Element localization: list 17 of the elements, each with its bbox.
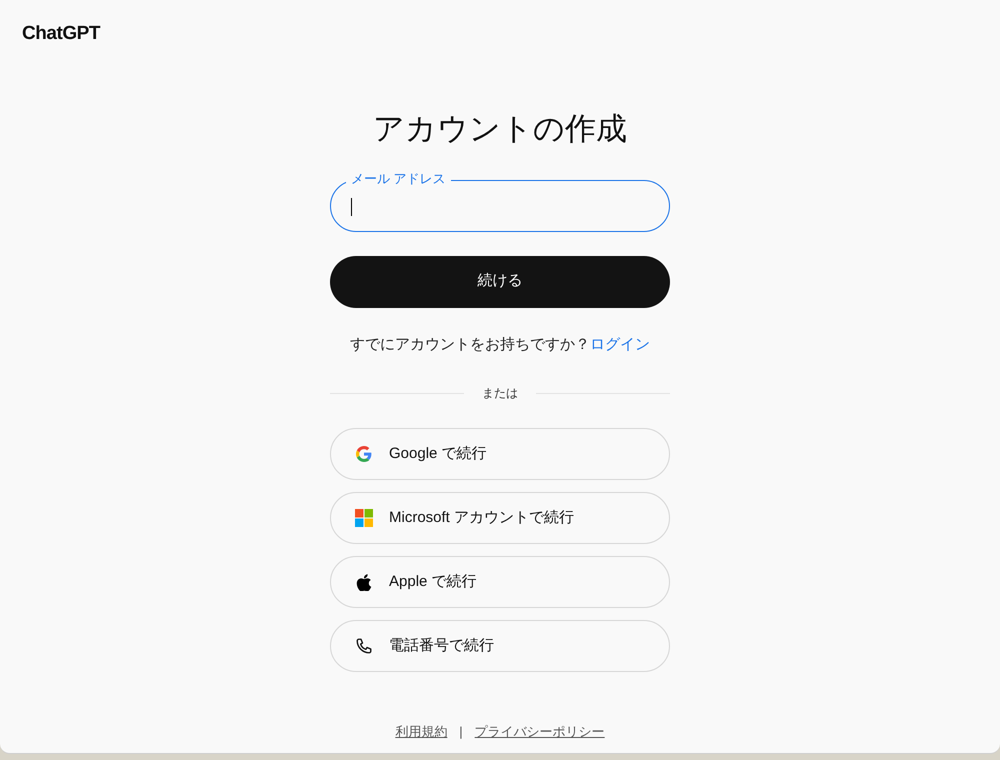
provider-button[interactable]: Google で続行	[330, 428, 670, 480]
provider-button[interactable]: Apple で続行	[330, 556, 670, 608]
provider-button[interactable]: 電話番号で続行	[330, 620, 670, 672]
login-link[interactable]: ログイン	[590, 334, 650, 356]
microsoft-logo-icon	[355, 509, 373, 527]
footer-separator: |	[459, 722, 463, 741]
privacy-link[interactable]: プライバシーポリシー	[474, 722, 605, 741]
phone-icon	[355, 637, 373, 655]
logo: ChatGPT	[22, 23, 100, 44]
provider-button[interactable]: Microsoft アカウントで続行	[330, 492, 670, 544]
apple-logo-icon	[356, 573, 372, 591]
google-logo-icon	[356, 446, 372, 462]
divider-label: または	[481, 385, 519, 402]
continue-button[interactable]: 続ける	[330, 256, 670, 308]
terms-link[interactable]: 利用規約	[395, 722, 448, 741]
login-prompt: すでにアカウントをお持ちですか？	[350, 334, 590, 354]
page-title: アカウントの作成	[373, 112, 627, 144]
